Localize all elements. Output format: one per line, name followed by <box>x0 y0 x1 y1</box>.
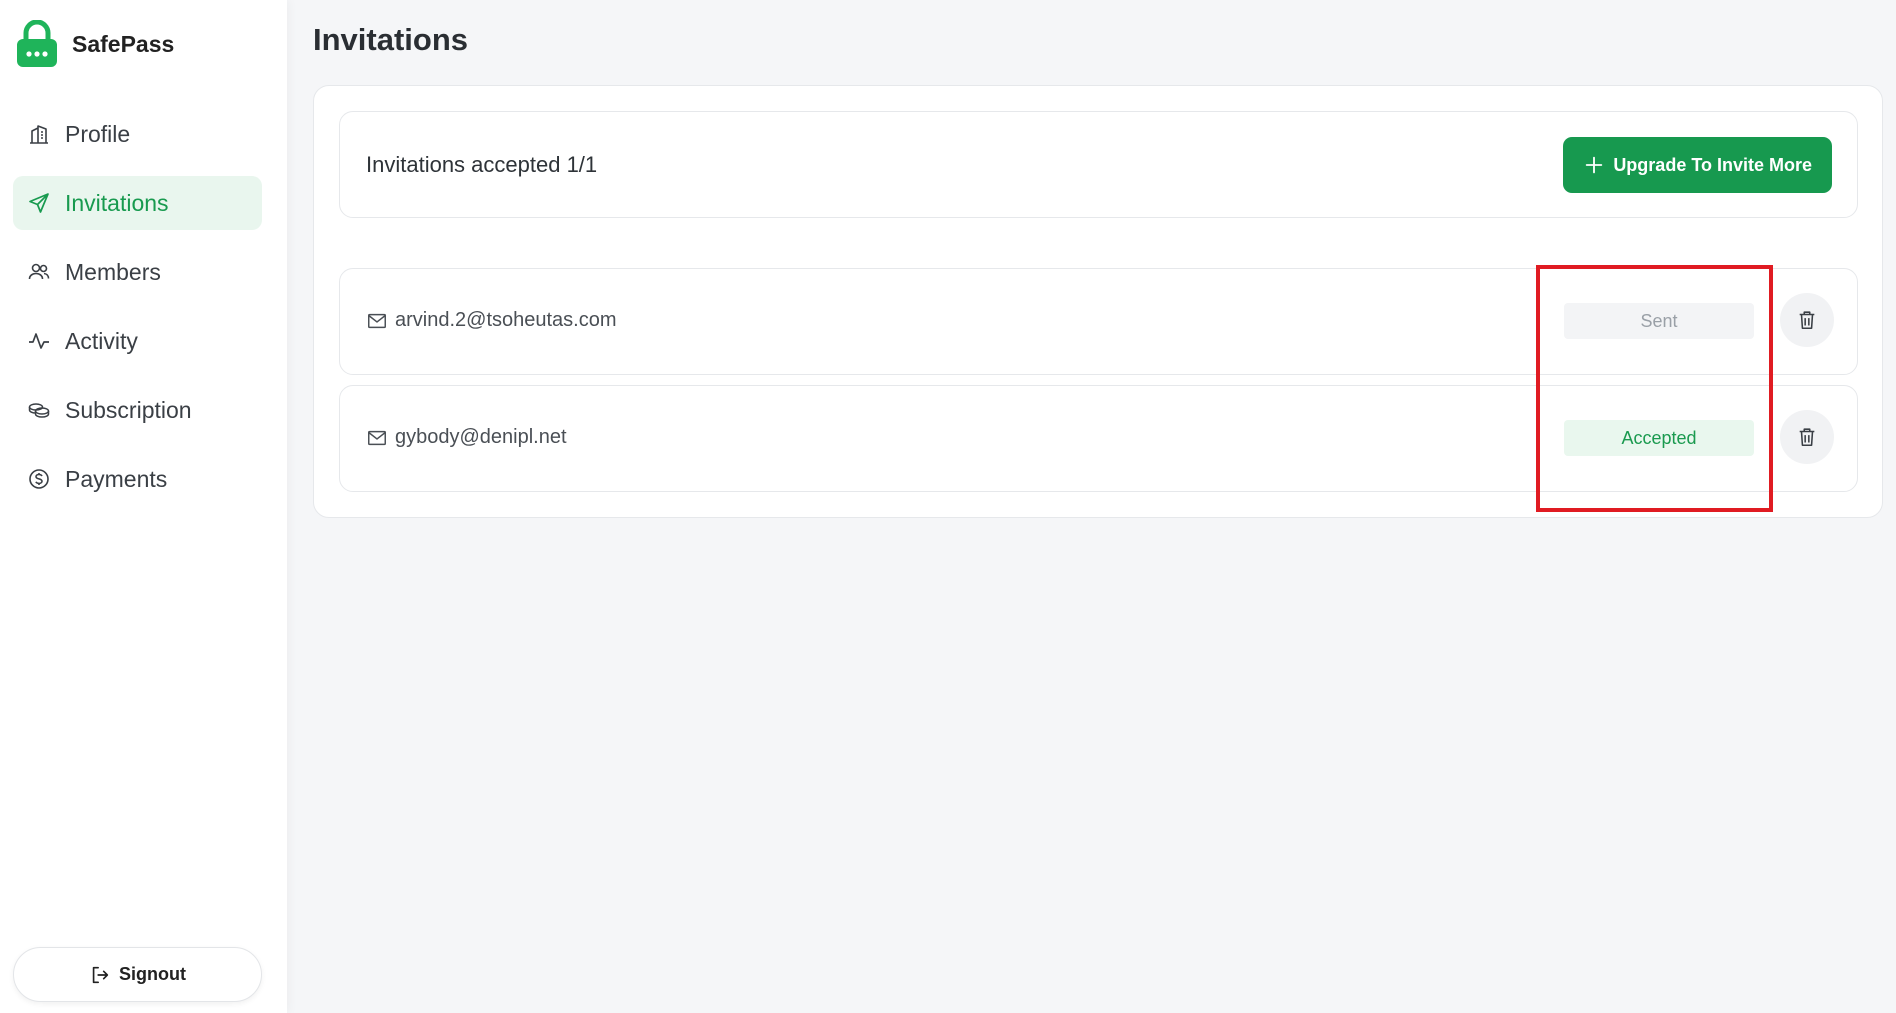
sidebar-item-label: Invitations <box>65 189 169 216</box>
sidebar-nav: Profile Invitations Members Activity Sub… <box>13 107 262 521</box>
building-icon <box>27 122 51 146</box>
email-text: arvind.2@tsoheutas.com <box>395 309 617 331</box>
invitations-summary: Invitations accepted 1/1 Upgrade To Invi… <box>339 111 1858 218</box>
brand[interactable]: SafePass <box>16 19 175 68</box>
email-text: gybody@denipl.net <box>395 426 567 448</box>
lock-icon <box>16 19 58 68</box>
dollar-circle-icon <box>27 467 51 491</box>
sidebar-item-label: Subscription <box>65 396 192 423</box>
status-badge: Sent <box>1564 303 1754 339</box>
upgrade-to-invite-more-button[interactable]: Upgrade To Invite More <box>1563 137 1832 193</box>
status-badge: Accepted <box>1564 420 1754 456</box>
invitation-email: gybody@denipl.net <box>366 426 567 449</box>
sidebar: SafePass Profile Invitations Members Act… <box>0 0 287 1013</box>
invitations-accepted-count: Invitations accepted 1/1 <box>366 152 598 177</box>
mail-icon <box>368 430 386 445</box>
sidebar-item-label: Activity <box>65 327 138 354</box>
sidebar-item-label: Payments <box>65 465 168 492</box>
sidebar-item-members[interactable]: Members <box>13 245 262 299</box>
invitation-email: arvind.2@tsoheutas.com <box>366 309 617 332</box>
sidebar-item-payments[interactable]: Payments <box>13 452 262 506</box>
sidebar-item-label: Members <box>65 258 161 285</box>
mail-icon <box>368 313 386 328</box>
invitations-card: Invitations accepted 1/1 Upgrade To Invi… <box>313 85 1883 518</box>
sidebar-item-profile[interactable]: Profile <box>13 107 262 161</box>
delete-invitation-button[interactable] <box>1780 293 1834 347</box>
sidebar-item-subscription[interactable]: Subscription <box>13 383 262 437</box>
signout-label: Signout <box>119 964 186 984</box>
users-icon <box>27 260 51 284</box>
signout-button[interactable]: Signout <box>13 947 262 1002</box>
sidebar-item-activity[interactable]: Activity <box>13 314 262 368</box>
send-icon <box>27 191 51 215</box>
plus-icon <box>1586 156 1603 174</box>
upgrade-label: Upgrade To Invite More <box>1613 154 1812 175</box>
activity-icon <box>27 329 51 353</box>
invitation-row: gybody@denipl.net Accepted <box>339 385 1858 492</box>
delete-invitation-button[interactable] <box>1780 410 1834 464</box>
trash-icon <box>1799 428 1815 447</box>
page-title: Invitations <box>313 22 469 57</box>
logout-icon <box>92 966 109 983</box>
trash-icon <box>1799 311 1815 330</box>
coins-icon <box>27 398 51 422</box>
brand-name: SafePass <box>72 30 175 57</box>
sidebar-item-invitations[interactable]: Invitations <box>13 176 262 230</box>
invitation-row: arvind.2@tsoheutas.com Sent <box>339 268 1858 375</box>
sidebar-item-label: Profile <box>65 120 131 147</box>
